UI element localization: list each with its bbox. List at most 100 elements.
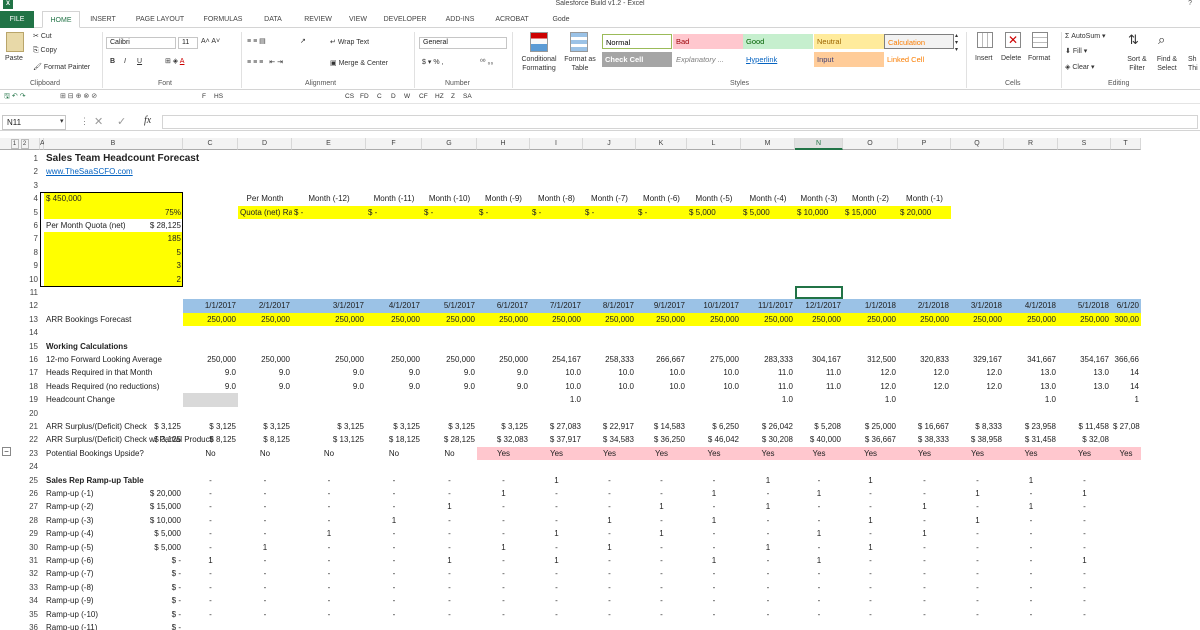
cell-b-value[interactable]: $ - (44, 567, 183, 580)
value-cell[interactable]: - (843, 527, 898, 540)
value-cell[interactable] (292, 621, 366, 630)
value-cell[interactable]: 1 (1004, 474, 1058, 487)
value-cell[interactable] (1004, 621, 1058, 630)
value-cell[interactable] (530, 621, 583, 630)
value-cell[interactable]: 10.0 (530, 366, 583, 379)
tab-add-ins[interactable]: ADD-INS (440, 11, 480, 28)
value-cell[interactable]: - (1058, 527, 1111, 540)
value-cell[interactable]: - (1004, 541, 1058, 554)
decimal-icon[interactable]: ⁰⁰ ₀₀ (480, 58, 493, 66)
date-header[interactable]: 12/1/2017 (795, 299, 843, 313)
cell-b-value[interactable]: $ 28,125 (44, 219, 183, 232)
format-icon[interactable] (1032, 32, 1048, 48)
value-cell[interactable]: 250,000 (422, 353, 477, 366)
value-cell[interactable]: 1 (795, 554, 843, 567)
style-input[interactable]: Input (814, 52, 884, 67)
delete-button[interactable]: Delete (1001, 55, 1021, 62)
value-cell[interactable]: - (422, 608, 477, 621)
value-cell[interactable]: - (795, 608, 843, 621)
value-cell[interactable]: - (366, 541, 422, 554)
orientation-icon[interactable]: ↗ (300, 37, 306, 45)
value-cell[interactable]: - (366, 581, 422, 594)
upside-flag[interactable]: Yes (898, 446, 951, 461)
upside-flag[interactable]: Yes (1111, 446, 1141, 461)
value-cell[interactable]: - (366, 474, 422, 487)
value-cell[interactable]: - (292, 487, 366, 500)
value-cell[interactable]: - (1058, 514, 1111, 527)
outline-level-1[interactable]: 1 (10, 139, 19, 149)
cell-a-label[interactable]: Potential Bookings Upside? (44, 447, 146, 460)
value-cell[interactable]: - (183, 541, 238, 554)
value-cell[interactable]: - (238, 514, 292, 527)
value-cell[interactable] (238, 393, 292, 406)
value-cell[interactable] (1111, 608, 1141, 621)
value-cell[interactable]: 9.0 (422, 366, 477, 379)
date-header[interactable]: 1/1/2017 (183, 299, 238, 313)
date-header[interactable]: 11/1/2017 (741, 299, 795, 313)
style-calculation[interactable]: Calculation (884, 34, 954, 49)
value-cell[interactable]: - (636, 554, 687, 567)
name-box[interactable]: N11 (2, 115, 66, 130)
value-cell[interactable]: - (843, 567, 898, 580)
value-cell[interactable]: - (292, 500, 366, 513)
value-cell[interactable]: - (951, 581, 1004, 594)
value-cell[interactable]: - (366, 527, 422, 540)
date-header[interactable]: 8/1/2017 (583, 299, 636, 313)
value-cell[interactable]: - (183, 527, 238, 540)
cell-b-value[interactable]: $ 5,000 (44, 527, 183, 540)
value-cell[interactable] (1058, 393, 1111, 406)
value-cell[interactable]: 320,833 (898, 353, 951, 366)
value-cell[interactable]: - (687, 500, 741, 513)
value-cell[interactable]: - (183, 487, 238, 500)
cell-a-label[interactable]: Heads Required in that Month (44, 366, 154, 379)
value-cell[interactable] (183, 393, 238, 407)
row-header[interactable]: 21 (0, 420, 40, 434)
cell-a-label[interactable]: www.TheSaaSCFO.com (44, 165, 135, 178)
qat-item-z[interactable]: Z (451, 93, 455, 100)
value-cell[interactable]: - (183, 594, 238, 607)
cell-a-label[interactable]: Sales Rep Ramp-up Table (44, 474, 146, 487)
value-cell[interactable]: 9.0 (422, 380, 477, 393)
sort-filter-button[interactable]: Sort & Filter (1122, 55, 1152, 73)
value-cell[interactable]: - (898, 474, 951, 487)
value-cell[interactable]: $ 11,458 (1058, 420, 1111, 433)
value-cell[interactable]: 250,000 (183, 312, 238, 327)
upside-flag[interactable]: Yes (951, 446, 1004, 461)
value-cell[interactable]: 12.0 (843, 380, 898, 393)
cell-b-value[interactable]: 2 (44, 272, 183, 286)
value-cell[interactable]: - (238, 581, 292, 594)
cell-e-5[interactable]: $ - (292, 205, 366, 219)
row-header[interactable]: 12 (0, 299, 40, 313)
value-cell[interactable] (898, 621, 951, 630)
value-cell[interactable]: $ 37,917 (530, 433, 583, 446)
cell-b-value[interactable]: $ 10,000 (44, 514, 183, 527)
value-cell[interactable] (687, 393, 741, 406)
value-cell[interactable]: $ 34,583 (583, 433, 636, 446)
cell-a-label[interactable]: Sales Team Headcount Forecast (44, 152, 201, 165)
value-cell[interactable]: - (1058, 500, 1111, 513)
tab-home[interactable]: HOME (42, 11, 80, 28)
qat-item-hs[interactable]: HS (214, 93, 223, 100)
value-cell[interactable]: - (366, 608, 422, 621)
value-cell[interactable]: - (530, 541, 583, 554)
value-cell[interactable]: 250,000 (366, 353, 422, 366)
value-cell[interactable]: - (951, 474, 1004, 487)
value-cell[interactable]: 250,000 (292, 312, 366, 327)
value-cell[interactable]: 1 (636, 500, 687, 513)
value-cell[interactable]: - (687, 594, 741, 607)
value-cell[interactable]: - (530, 514, 583, 527)
cell-m-4[interactable]: Month (-4) (741, 192, 795, 205)
value-cell[interactable]: 250,000 (795, 312, 843, 327)
row-header[interactable]: 32 (0, 567, 40, 581)
value-cell[interactable]: - (687, 608, 741, 621)
value-cell[interactable]: 250,000 (292, 353, 366, 366)
copy-button[interactable]: ⎘ Copy (33, 47, 57, 55)
formula-input[interactable] (162, 115, 1198, 129)
value-cell[interactable]: - (366, 567, 422, 580)
value-cell[interactable]: 258,333 (583, 353, 636, 366)
row-header[interactable]: 13 (0, 312, 40, 327)
value-cell[interactable]: $ 25,000 (843, 420, 898, 433)
value-cell[interactable] (951, 393, 1004, 406)
qat-icons[interactable]: ⊞ ⊟ ⊕ ⊗ ⊘ (60, 92, 97, 100)
value-cell[interactable]: - (238, 487, 292, 500)
